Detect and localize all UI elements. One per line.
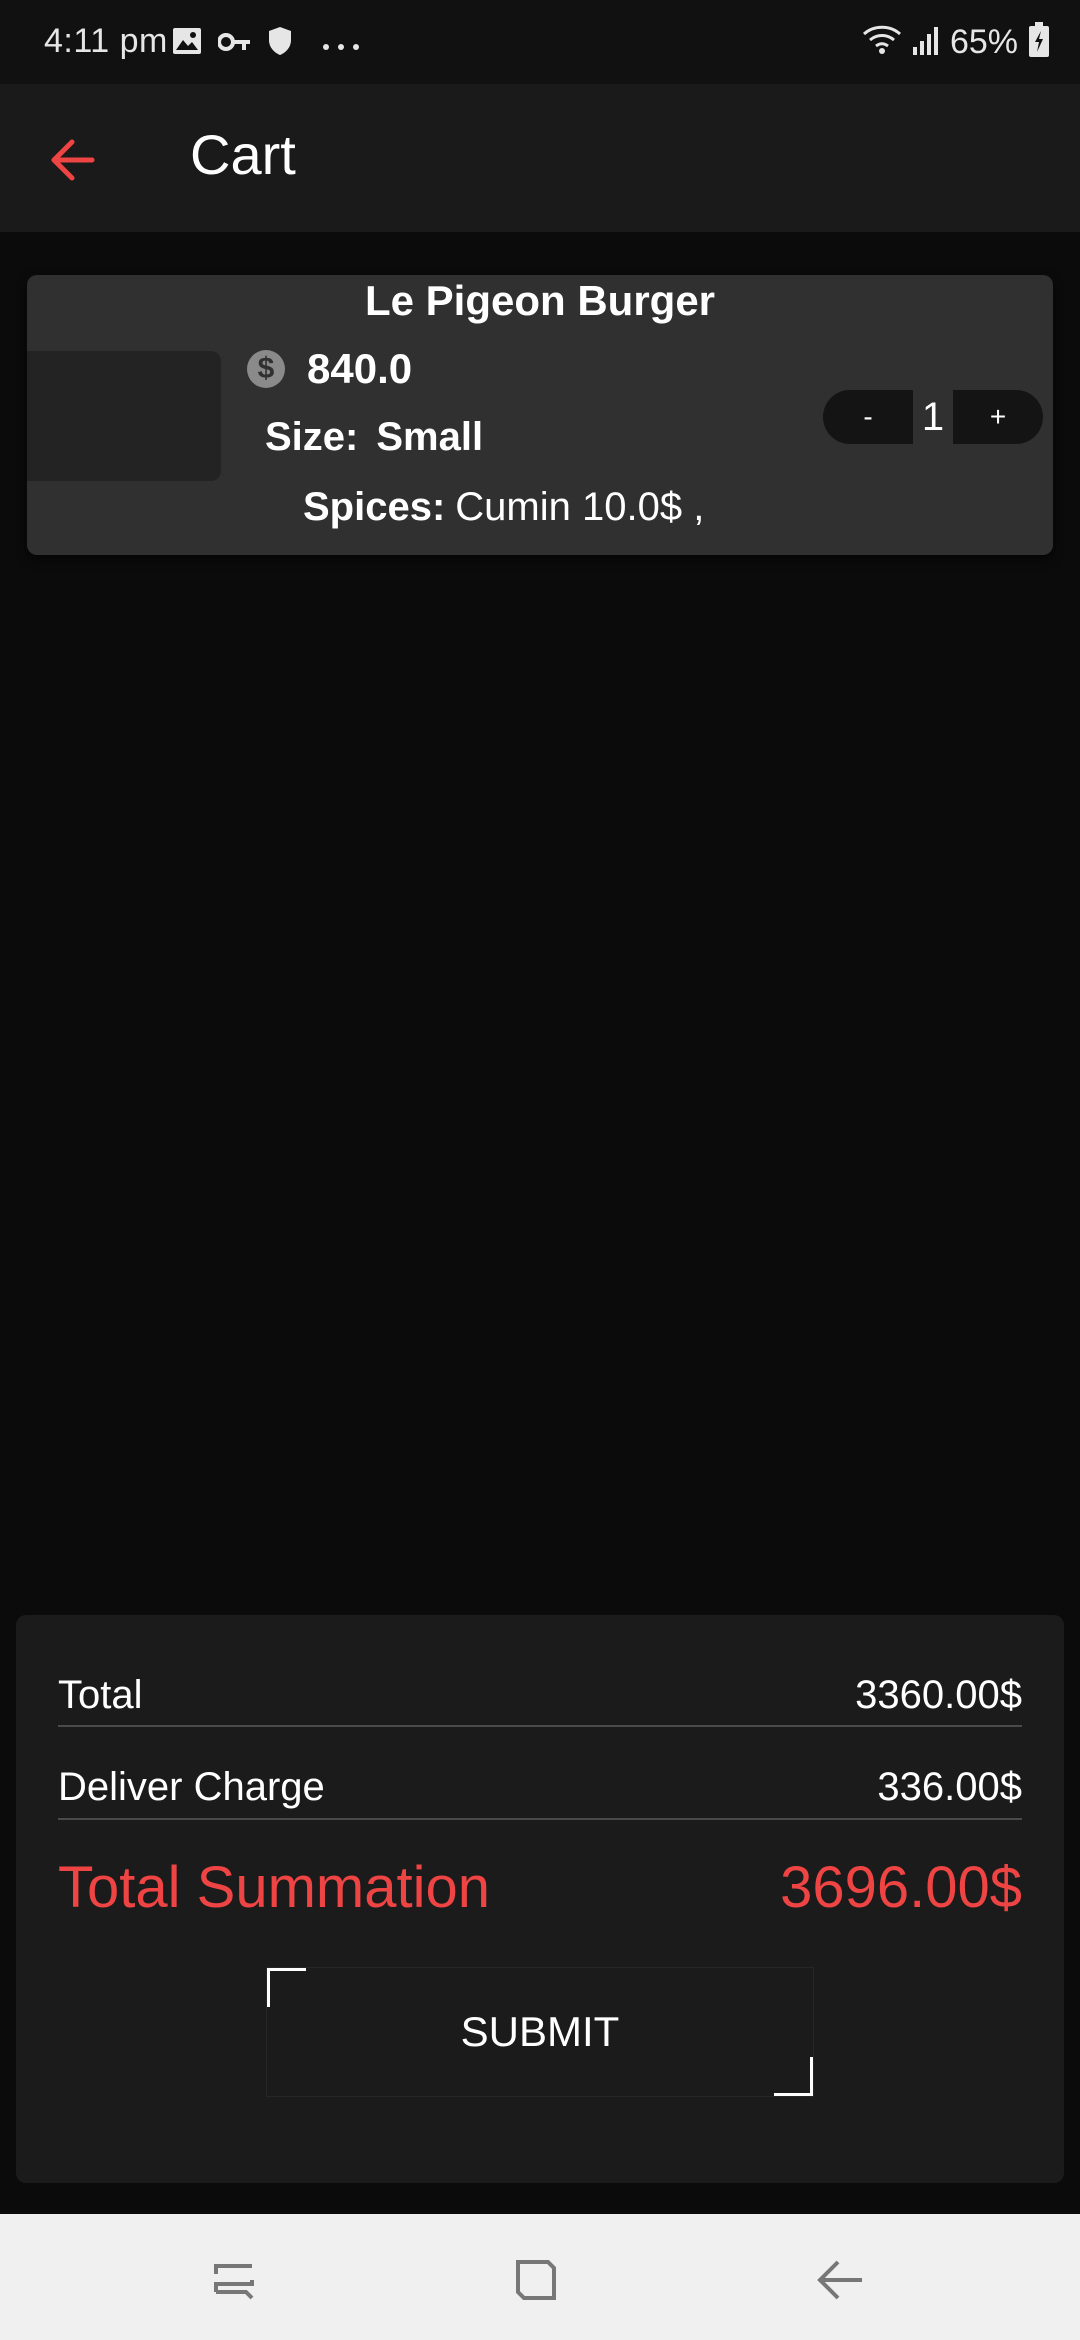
corner-decoration	[267, 1968, 306, 2007]
recent-apps-icon	[214, 2264, 254, 2300]
home-icon	[516, 2260, 556, 2300]
system-nav-bar	[0, 2214, 1080, 2340]
key-icon	[217, 30, 252, 59]
nav-back-button[interactable]	[812, 2252, 868, 2308]
spices-label: Spices:	[303, 485, 446, 529]
submit-button[interactable]: SUBMIT	[266, 1967, 814, 2097]
divider	[58, 1725, 1022, 1727]
delivery-label: Deliver Charge	[58, 1764, 325, 1809]
cart-item-card[interactable]: Le Pigeon Burger $ 840.0 Size: Small Spic…	[27, 275, 1053, 555]
item-price: 840.0	[307, 345, 413, 392]
battery-icon	[1028, 21, 1050, 63]
status-right-group: 65%	[862, 21, 1050, 63]
size-label: Size:	[265, 415, 359, 459]
item-size-row: Size: Small	[265, 415, 483, 460]
summation-label: Total Summation	[58, 1854, 490, 1920]
item-price-row: $ 840.0	[247, 345, 412, 393]
total-row: Total 3360.00$	[58, 1655, 1022, 1735]
quantity-value: 1	[921, 394, 945, 439]
status-time: 4:11 pm	[44, 22, 168, 60]
decrement-button[interactable]: -	[823, 390, 913, 444]
divider	[58, 1818, 1022, 1820]
corner-decoration	[774, 2057, 813, 2096]
submit-label: SUBMIT	[460, 2008, 620, 2055]
increment-button[interactable]: +	[953, 390, 1043, 444]
arrow-left-icon	[51, 139, 95, 181]
total-value: 3360.00$	[855, 1672, 1022, 1717]
wifi-icon	[862, 24, 902, 61]
more-dots-icon	[322, 38, 360, 56]
size-value: Small	[376, 415, 484, 459]
total-summation-row: Total Summation 3696.00$	[58, 1837, 1022, 1937]
quantity-stepper: - 1 +	[823, 390, 1045, 444]
dollar-icon: $	[247, 350, 285, 388]
recent-apps-button[interactable]	[206, 2252, 262, 2308]
cart-screen: 4:11 pm 65% Cart Le Pigeon Burger $ 840.…	[0, 0, 1080, 2340]
back-icon	[817, 2260, 862, 2300]
delivery-value: 336.00$	[877, 1764, 1022, 1809]
home-button[interactable]	[508, 2252, 564, 2308]
item-spices-row: Spices: Cumin 10.0$ ,	[303, 485, 704, 530]
item-image	[27, 351, 221, 481]
spices-value: Cumin 10.0$ ,	[455, 485, 705, 529]
item-name: Le Pigeon Burger	[364, 277, 716, 324]
page-title: Cart	[190, 123, 296, 186]
battery-percent: 65%	[949, 22, 1018, 61]
signal-icon	[912, 25, 940, 60]
image-icon	[172, 26, 202, 61]
status-bar: 4:11 pm 65%	[0, 0, 1080, 84]
back-button[interactable]	[40, 128, 104, 192]
delivery-charge-row: Deliver Charge 336.00$	[58, 1747, 1022, 1827]
total-label: Total	[58, 1672, 143, 1717]
shield-icon	[268, 26, 292, 61]
app-bar: Cart	[0, 84, 1080, 232]
summation-value: 3696.00$	[780, 1854, 1022, 1920]
order-summary-panel: Total 3360.00$ Deliver Charge 336.00$ To…	[16, 1615, 1064, 2183]
